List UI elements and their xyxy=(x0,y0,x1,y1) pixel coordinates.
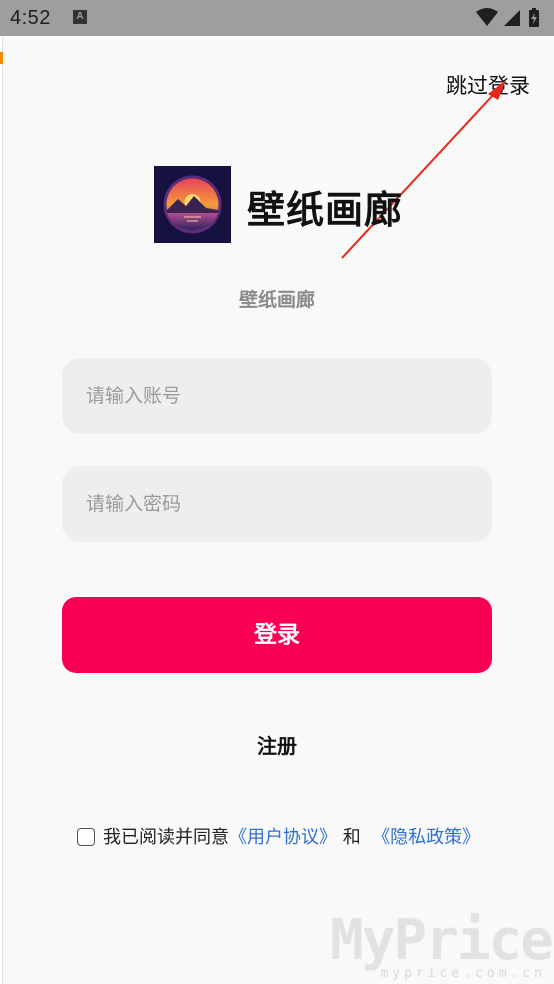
password-input[interactable] xyxy=(86,467,466,541)
battery-icon xyxy=(529,8,539,27)
status-bar: 4:52 A xyxy=(0,0,554,36)
agreement-row: 我已阅读并同意《用户协议》 和 《隐私政策》 xyxy=(77,823,480,848)
account-input[interactable] xyxy=(86,359,466,433)
app-subtitle: 壁纸画廊 xyxy=(238,289,315,311)
edge-marker xyxy=(0,52,3,64)
status-time: 4:52 xyxy=(10,7,51,29)
sunset-logo-icon xyxy=(154,166,231,243)
privacy-policy-link[interactable]: 《隐私政策》 xyxy=(372,827,480,848)
agreement-prefix: 我已阅读并同意 xyxy=(103,827,229,848)
watermark-url: myprice.com.cn xyxy=(380,966,546,981)
status-icons xyxy=(476,8,539,27)
login-screen: 4:52 A 跳过登录 壁纸画廊 壁纸画廊 请输入账号 登录 注册 我已阅读并同… xyxy=(0,0,554,984)
password-field[interactable] xyxy=(62,466,492,542)
login-button[interactable]: 登录 xyxy=(62,597,492,673)
app-logo xyxy=(154,166,231,243)
notification-icon: A xyxy=(73,10,87,24)
user-agreement-link[interactable]: 《用户协议》 xyxy=(229,827,337,848)
agreement-conjunction: 和 xyxy=(342,827,361,848)
app-name: 壁纸画廊 xyxy=(247,188,404,232)
register-button[interactable]: 注册 xyxy=(0,730,554,759)
left-edge xyxy=(0,36,3,984)
signal-icon xyxy=(504,10,520,26)
skip-login-button[interactable]: 跳过登录 xyxy=(446,70,530,100)
account-field[interactable] xyxy=(62,358,492,434)
wifi-icon xyxy=(476,8,498,26)
agreement-checkbox[interactable] xyxy=(77,828,95,846)
watermark: MyPrice xyxy=(329,908,554,973)
